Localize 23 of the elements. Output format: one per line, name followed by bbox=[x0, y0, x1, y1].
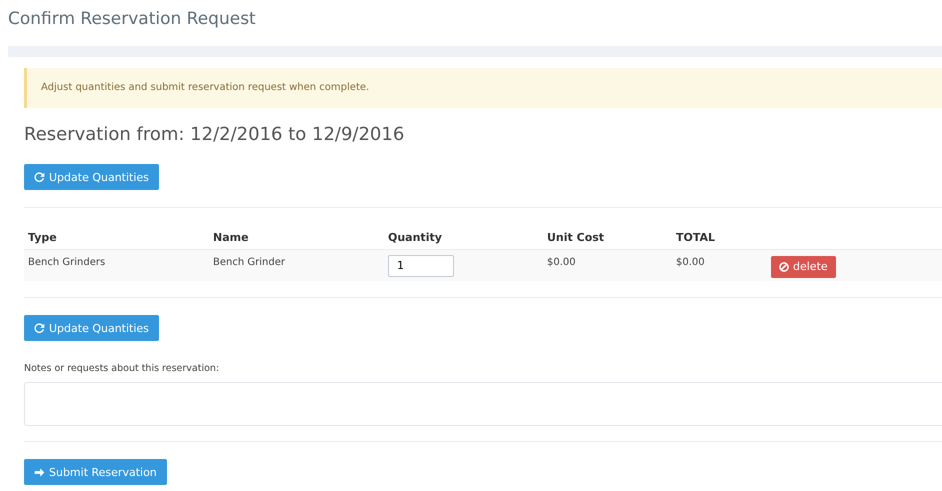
update-quantities-button[interactable]: Update Quantities bbox=[24, 315, 159, 341]
refresh-icon bbox=[34, 172, 45, 182]
reservation-heading: Reservation from: 12/2/2016 to 12/9/2016 bbox=[24, 123, 406, 147]
refresh-icon bbox=[34, 322, 45, 334]
table-cell-text: Bench Grinder bbox=[213, 256, 286, 268]
column-header: Name bbox=[213, 231, 250, 244]
ban-icon bbox=[779, 262, 789, 272]
column-header: Type bbox=[28, 231, 58, 244]
notes-field[interactable] bbox=[24, 382, 942, 426]
update-quantities-button[interactable]: Update Quantities bbox=[24, 164, 159, 190]
page-title: Confirm Reservation Request bbox=[8, 8, 257, 31]
table-cell-text: Bench Grinders bbox=[28, 256, 106, 268]
column-header: Quantity bbox=[388, 231, 443, 244]
table-cell-text: $0.00 bbox=[547, 256, 577, 268]
notes-label: Notes or requests about this reservation: bbox=[24, 363, 220, 374]
arrow-right-icon bbox=[34, 466, 45, 478]
alert-message: Adjust quantities and submit reservation request when complete. bbox=[24, 68, 942, 108]
delete-button[interactable]: delete bbox=[771, 256, 836, 278]
quantity-field[interactable]: 1 bbox=[388, 254, 454, 276]
submit-reservation-button[interactable]: Submit Reservation bbox=[24, 459, 167, 485]
column-header: TOTAL bbox=[676, 231, 716, 244]
table-cell-text: $0.00 bbox=[676, 256, 706, 268]
column-header: Unit Cost bbox=[547, 231, 606, 244]
